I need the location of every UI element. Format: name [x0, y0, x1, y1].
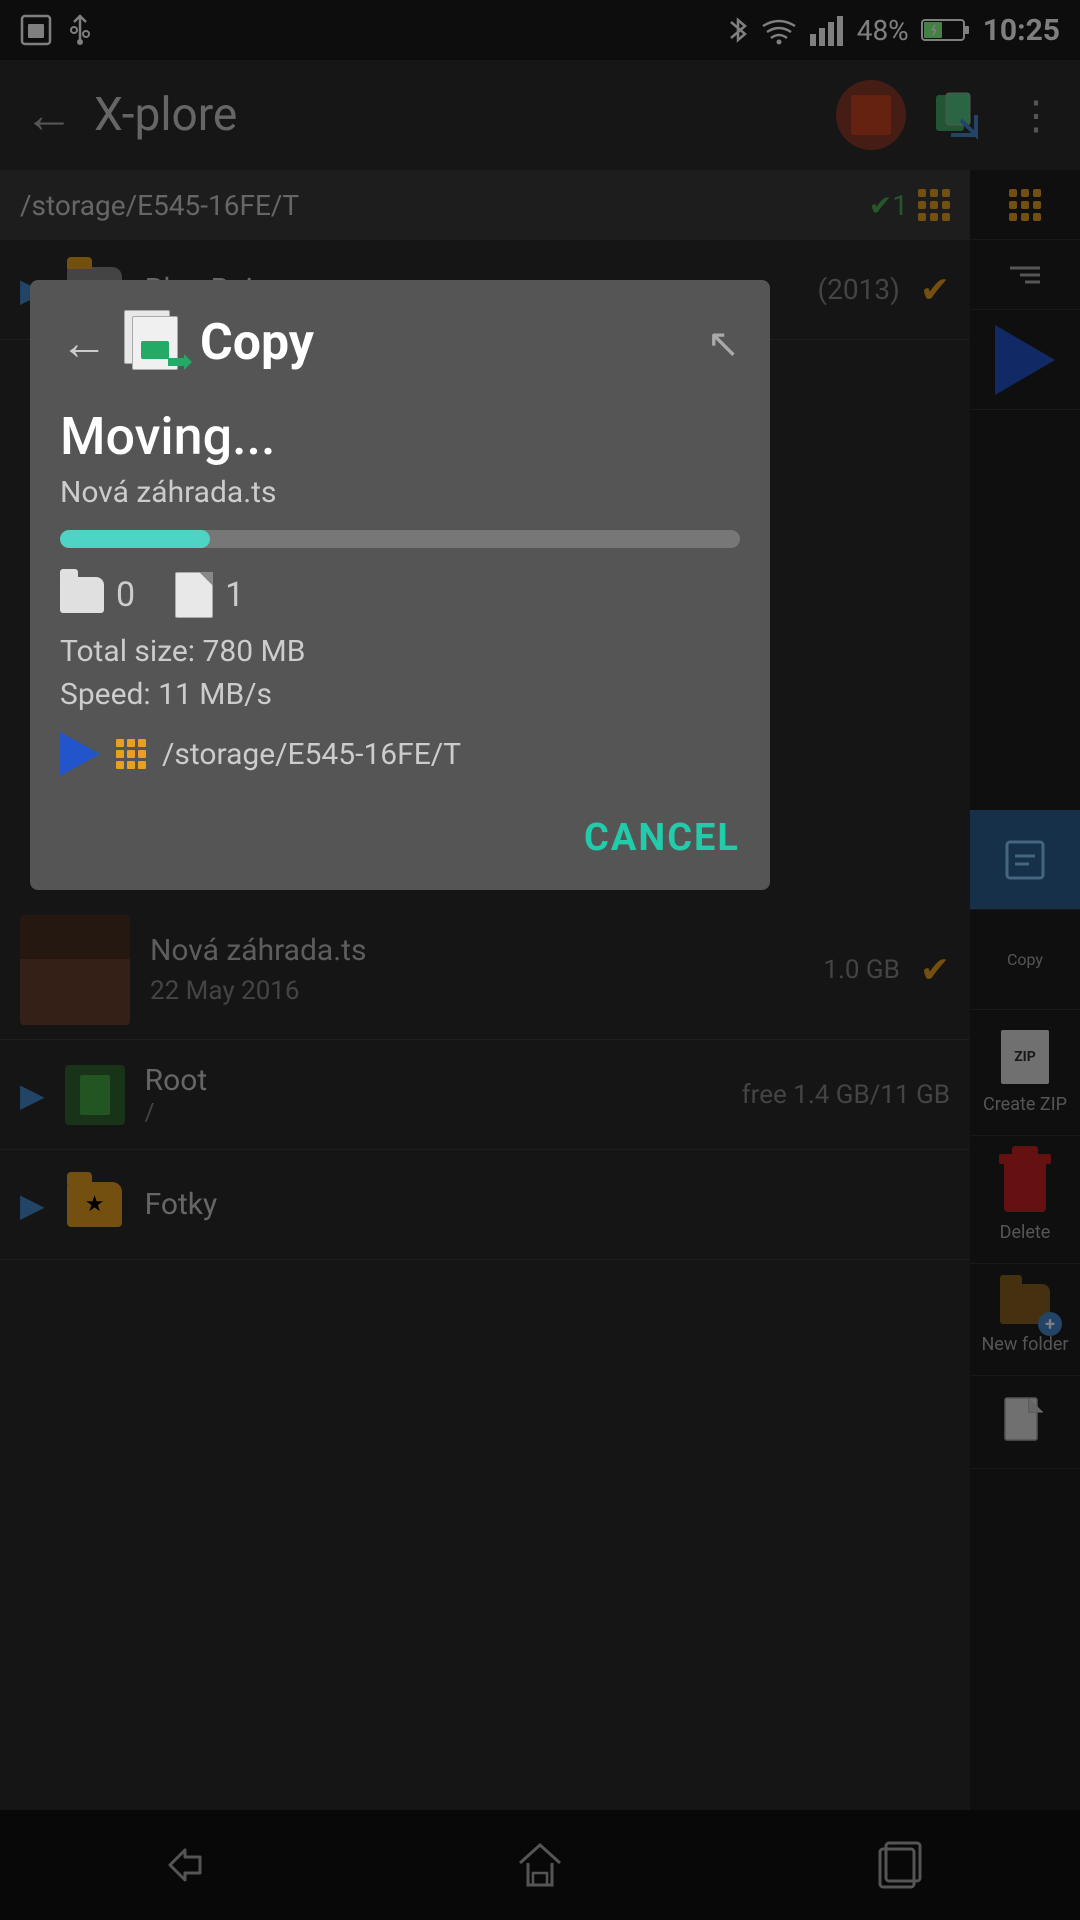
speed-label: Speed:	[60, 677, 151, 712]
cancel-button-container: CANCEL	[60, 806, 740, 860]
file-count-stat: 1	[175, 572, 244, 618]
progress-bar-fill	[60, 530, 210, 548]
file-count-icon	[175, 572, 213, 618]
destination-path: /storage/E545-16FE/T	[162, 737, 461, 772]
folder-count-stat: 0	[60, 575, 135, 615]
moving-filename: Nová záhrada.ts	[60, 475, 740, 510]
file-stats-row: 0 1	[60, 572, 740, 618]
copy-dialog: ← Copy ↖ Moving... Nová záhrada.ts 0	[30, 280, 770, 890]
destination-row: /storage/E545-16FE/T	[60, 732, 740, 776]
cancel-button[interactable]: CANCEL	[584, 816, 740, 860]
dialog-title: Copy	[200, 314, 314, 372]
progress-bar-container	[60, 530, 740, 548]
folder-count-icon	[60, 577, 104, 613]
folder-count: 0	[116, 575, 135, 615]
dialog-header: ← Copy ↖	[60, 310, 740, 376]
dialog-collapse-button[interactable]: ↖	[706, 320, 740, 367]
speed-value: 11 MB/s	[158, 677, 272, 712]
moving-status-text: Moving...	[60, 406, 740, 467]
file-count: 1	[225, 575, 244, 615]
dialog-back-button[interactable]: ←	[60, 319, 108, 367]
total-size-value: 780 MB	[202, 634, 305, 669]
destination-arrow-icon	[60, 732, 100, 776]
copy-title-icon	[124, 310, 190, 376]
destination-dots-icon	[116, 739, 146, 769]
total-size-label: Total size:	[60, 634, 195, 669]
copy-arrow-icon	[168, 350, 192, 374]
total-size-row: Total size: 780 MB	[60, 634, 740, 669]
modal-overlay: ← Copy ↖ Moving... Nová záhrada.ts 0	[0, 0, 1080, 1920]
speed-row: Speed: 11 MB/s	[60, 677, 740, 712]
